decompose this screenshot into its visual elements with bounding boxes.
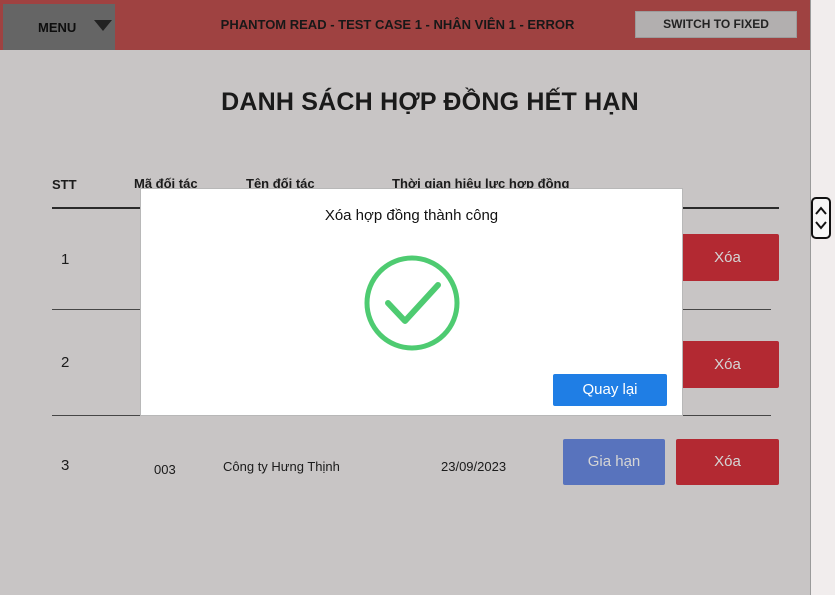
back-button[interactable]: Quay lại (553, 374, 667, 406)
scroll-arrows-icon (815, 206, 827, 230)
check-circle-icon (364, 255, 460, 351)
dialog-message: Xóa hợp đồng thành công (324, 207, 499, 224)
scroll-handle[interactable] (811, 197, 831, 239)
app-window: MENU PHANTOM READ - TEST CASE 1 - NHÂN V… (0, 0, 811, 595)
success-dialog: Xóa hợp đồng thành công Quay lại (140, 188, 683, 416)
